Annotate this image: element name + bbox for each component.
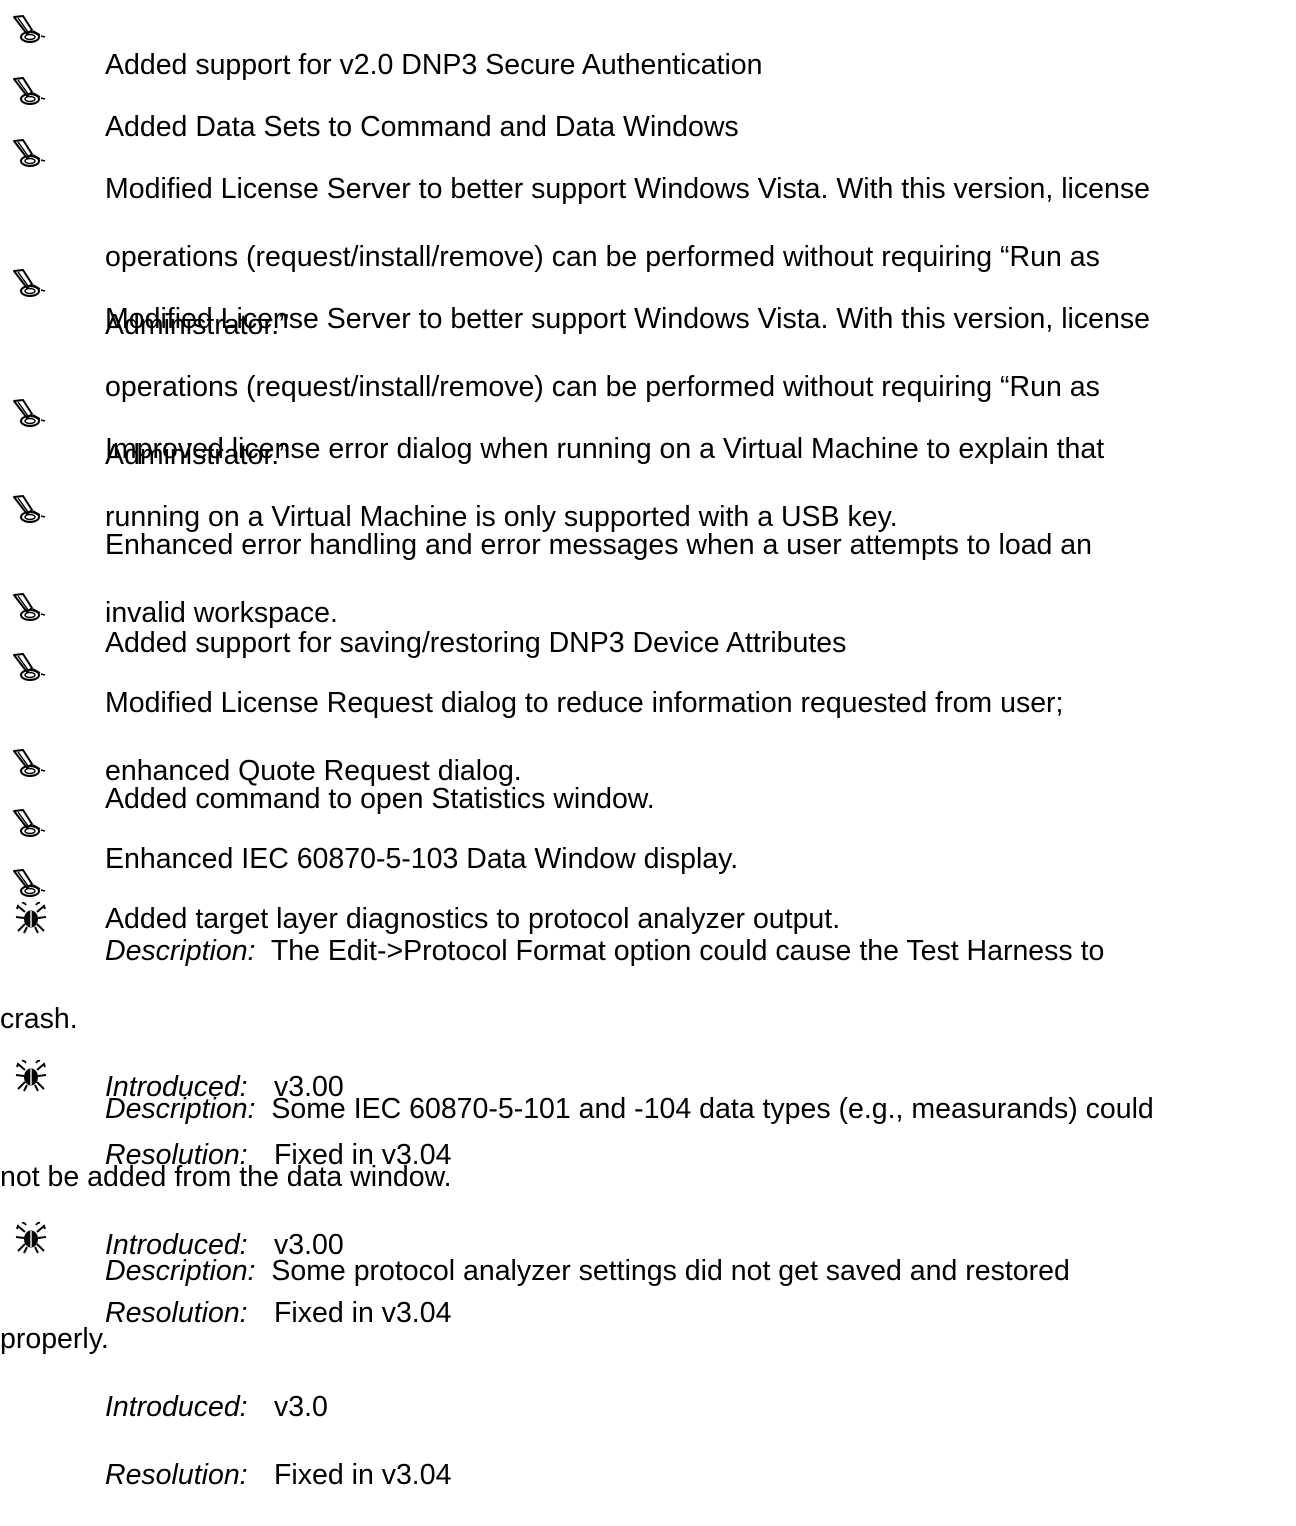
enhancement-text-line: Modified License Server to better suppor… (105, 173, 1150, 205)
document-page: { "enhancements": [ {"lines": ["Added su… (0, 0, 1296, 1491)
horn-icon (10, 494, 50, 528)
horn-icon (10, 14, 50, 48)
bug-resolution: Fixed in v3.04 (274, 1459, 452, 1491)
description-label: Description: (105, 1093, 256, 1125)
bug-description-wrap: not be added from the data window. (0, 1161, 452, 1193)
bug-description: Some protocol analyzer settings did not … (271, 1255, 1070, 1287)
bug-description: The Edit->Protocol Format option could c… (270, 935, 1105, 967)
resolution-label: Resolution: (105, 1459, 248, 1491)
horn-icon (10, 868, 50, 902)
bug-icon (14, 1220, 54, 1254)
horn-icon (10, 592, 50, 626)
horn-icon (10, 808, 50, 842)
description-label: Description: (105, 1255, 256, 1287)
enhancement-text-line: Enhanced error handling and error messag… (105, 529, 1093, 561)
horn-icon (10, 398, 50, 432)
introduced-label: Introduced: (105, 1391, 248, 1423)
bug-description-wrap: crash. (0, 1003, 78, 1035)
bug-description: Some IEC 60870-5-101 and -104 data types… (271, 1093, 1154, 1125)
description-label: Description: (105, 935, 256, 967)
enhancement-text-line: Improved license error dialog when runni… (105, 433, 1105, 465)
bug-icon (14, 1058, 54, 1092)
enhancement-text-line: Modified License Server to better suppor… (105, 303, 1150, 335)
bug-description-wrap: properly. (0, 1323, 109, 1355)
horn-icon (10, 268, 50, 302)
horn-icon (10, 76, 50, 110)
bug-icon (14, 900, 54, 934)
bug-introduced: v3.0 (274, 1391, 328, 1423)
horn-icon (10, 652, 50, 686)
horn-icon (10, 138, 50, 172)
enhancement-text-line: Modified License Request dialog to reduc… (105, 687, 1064, 719)
horn-icon (10, 748, 50, 782)
